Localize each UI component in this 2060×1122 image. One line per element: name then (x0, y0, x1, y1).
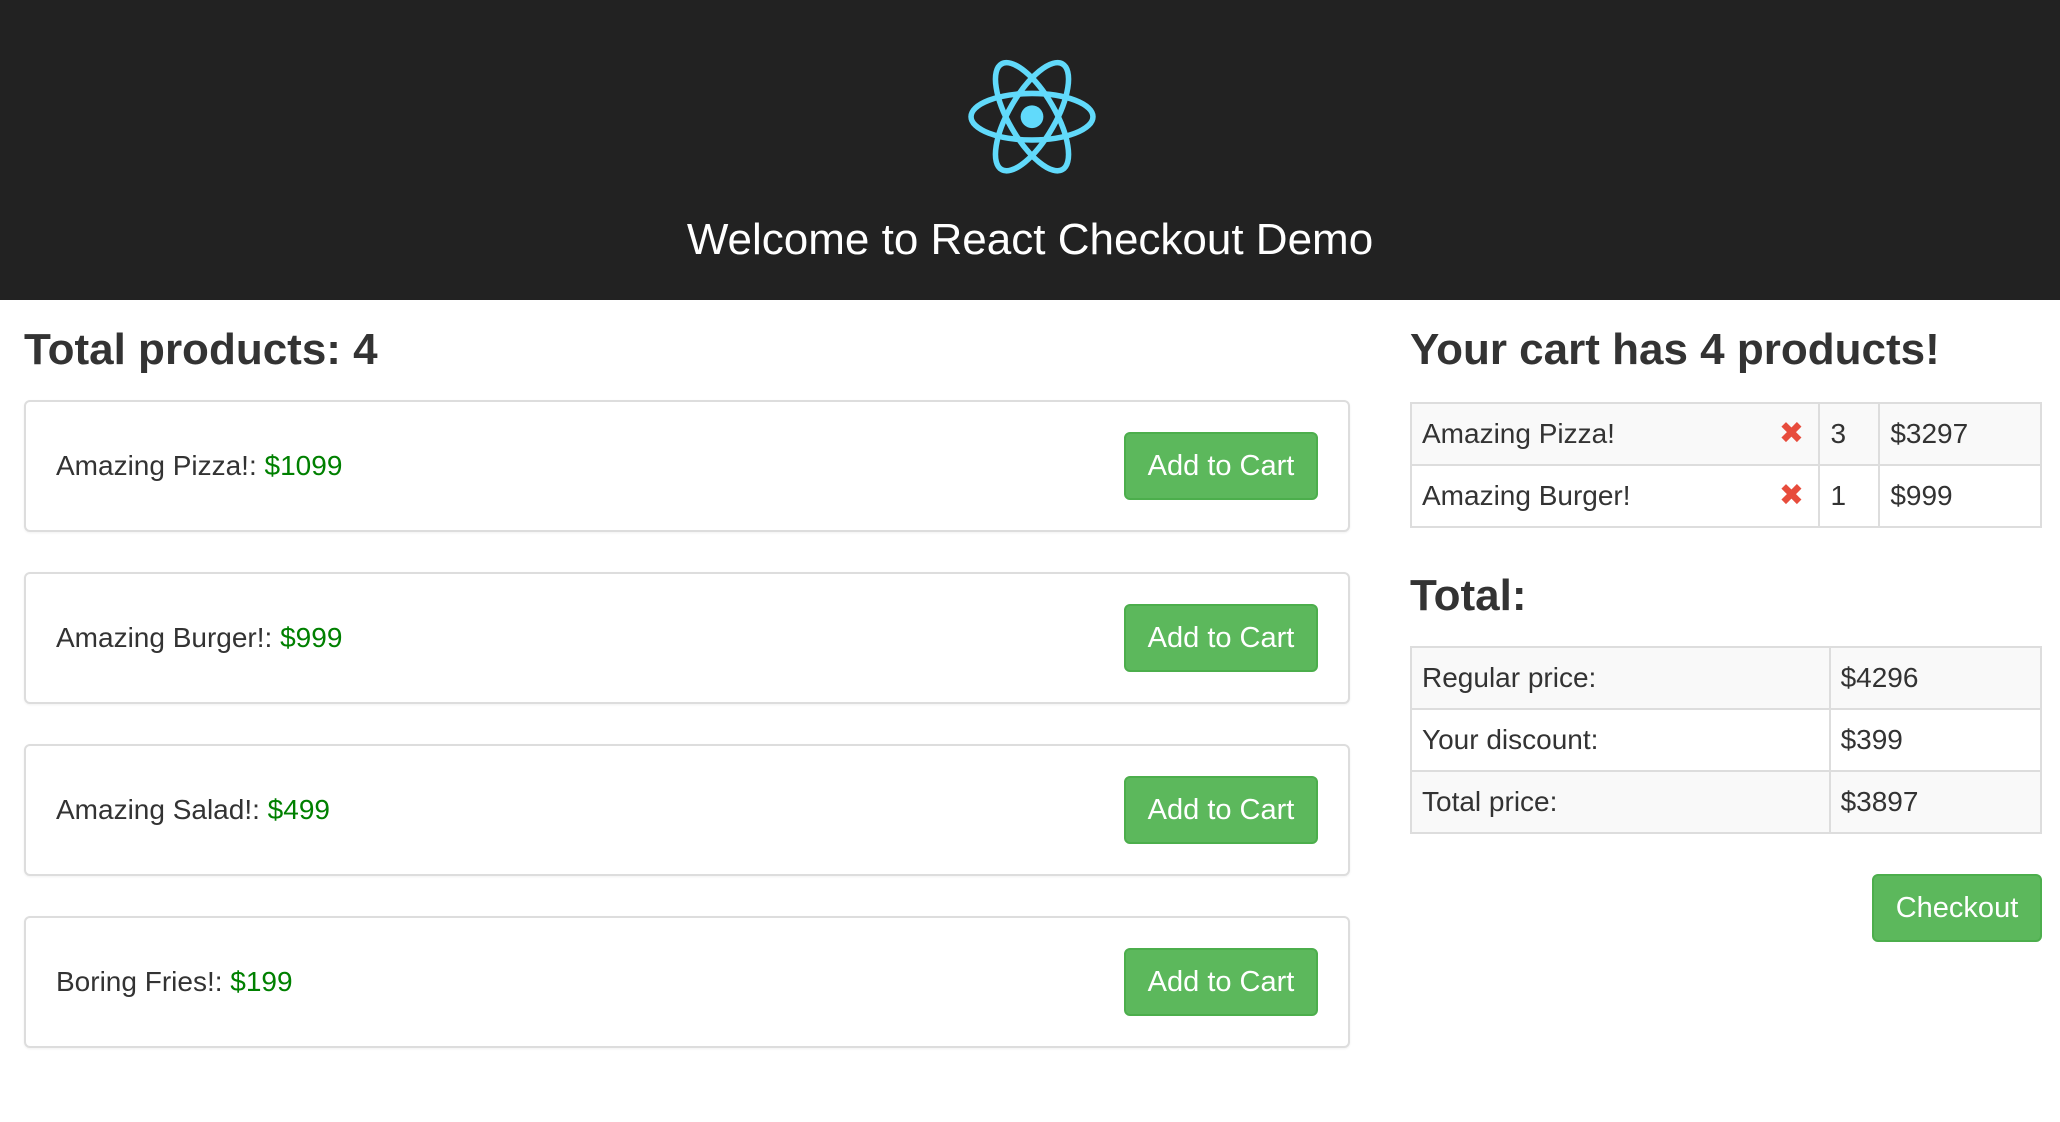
add-to-cart-button[interactable]: Add to Cart (1124, 776, 1318, 844)
cart-item-cell: Amazing Pizza! ✖ (1409, 402, 1821, 466)
cart-heading: Your cart has 4 products! (1410, 325, 1940, 374)
totals-row: Regular price: $4296 (1410, 646, 2043, 710)
product-name: Boring Fries!: (56, 966, 223, 997)
totals-row: Your discount: $399 (1410, 708, 2043, 772)
totals-row: Total price: $3897 (1410, 770, 2043, 834)
product-text: Amazing Salad!: $499 (56, 746, 330, 874)
product-text: Amazing Burger!: $999 (56, 574, 342, 702)
cart-row: Amazing Burger! ✖ 1 $999 (1409, 464, 2042, 528)
product-card: Amazing Burger!: $999 Add to Cart (24, 572, 1350, 704)
cart-item-cell: Amazing Burger! ✖ (1409, 464, 1821, 528)
react-atom-icon (968, 59, 1096, 174)
totals-value: $3897 (1828, 770, 2043, 834)
cart-item-total: $999 (1878, 464, 2042, 528)
product-text: Boring Fries!: $199 (56, 918, 293, 1046)
checkout-button[interactable]: Checkout (1872, 874, 2042, 942)
cart-item-name: Amazing Burger! (1422, 480, 1631, 511)
product-name: Amazing Burger!: (56, 622, 273, 653)
product-price: $1099 (264, 450, 343, 481)
product-name: Amazing Pizza!: (56, 450, 257, 481)
products-heading: Total products: 4 (24, 325, 378, 374)
totals-label: Regular price: (1410, 646, 1831, 710)
cart-item-total: $3297 (1878, 402, 2042, 466)
totals-label: Total price: (1410, 770, 1831, 834)
product-price: $999 (280, 622, 343, 653)
add-to-cart-button[interactable]: Add to Cart (1124, 432, 1318, 500)
product-name: Amazing Salad!: (56, 794, 260, 825)
product-price: $499 (267, 794, 330, 825)
cart-item-name: Amazing Pizza! (1422, 418, 1615, 449)
add-to-cart-button[interactable]: Add to Cart (1124, 604, 1318, 672)
app-title: Welcome to React Checkout Demo (686, 215, 1374, 264)
cart-table: Amazing Pizza! ✖ 3 $3297 Amazing Burger!… (1409, 402, 2042, 528)
product-card: Amazing Pizza!: $1099 Add to Cart (24, 400, 1350, 532)
app-header: Welcome to React Checkout Demo (0, 0, 2060, 300)
product-price: $199 (230, 966, 293, 997)
totals-label: Your discount: (1410, 708, 1831, 772)
totals-table: Regular price: $4296 Your discount: $399… (1410, 646, 2043, 834)
product-text: Amazing Pizza!: $1099 (56, 402, 342, 530)
product-card: Amazing Salad!: $499 Add to Cart (24, 744, 1350, 876)
close-icon[interactable]: ✖ (1776, 478, 1806, 513)
cart-item-quantity: 3 (1818, 402, 1881, 466)
total-heading: Total: (1410, 571, 1527, 620)
product-card: Boring Fries!: $199 Add to Cart (24, 916, 1350, 1048)
add-to-cart-button[interactable]: Add to Cart (1124, 948, 1318, 1016)
close-icon[interactable]: ✖ (1776, 416, 1806, 451)
cart-item-quantity: 1 (1818, 464, 1881, 528)
totals-value: $4296 (1828, 646, 2043, 710)
totals-value: $399 (1828, 708, 2043, 772)
cart-row: Amazing Pizza! ✖ 3 $3297 (1409, 402, 2042, 466)
